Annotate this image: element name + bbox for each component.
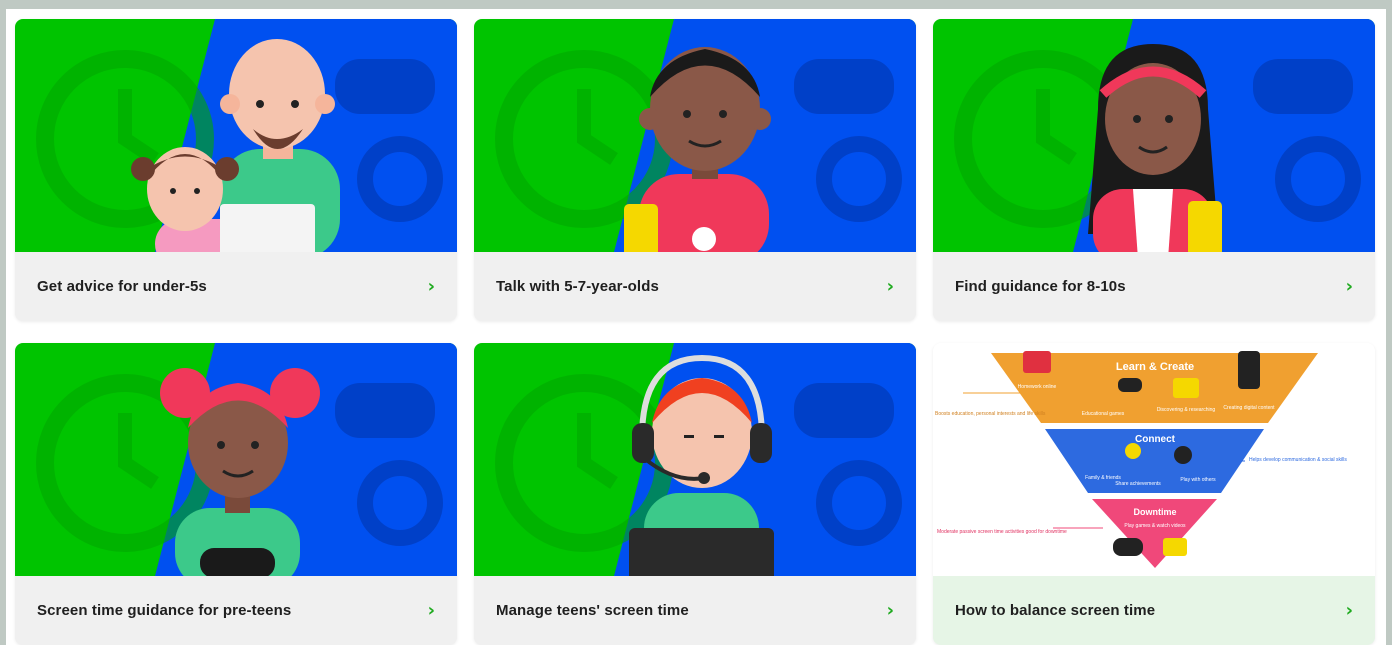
video-play-icon (1163, 538, 1187, 556)
tier-title-learn-create: Learn & Create (1116, 361, 1194, 373)
tier-item: Play games & watch videos (1124, 523, 1186, 529)
side-note-downtime: Moderate passive screen time activities … (937, 529, 1067, 535)
card-title: Talk with 5-7-year-olds (496, 278, 659, 295)
card-8-10s[interactable]: Find guidance for 8-10s › (933, 19, 1375, 321)
tier-item: Discovering & researching (1157, 407, 1216, 413)
screen-time-pyramid-diagram: Learn & Create Connect Downtime Homework… (933, 343, 1375, 576)
chevron-right-icon[interactable]: › (428, 601, 435, 620)
page: Get advice for under-5s › Talk with 5-7-… (6, 9, 1386, 645)
card-title: Manage teens' screen time (496, 602, 689, 619)
phone-icon (1238, 351, 1260, 389)
tier-item: Play with others (1180, 477, 1216, 483)
tier-title-connect: Connect (1135, 434, 1176, 445)
card-balance-screen-time[interactable]: Learn & Create Connect Downtime Homework… (933, 343, 1375, 645)
card-image-8-10 (933, 19, 1375, 252)
card-footer: How to balance screen time › (933, 576, 1375, 645)
chevron-right-icon[interactable]: › (887, 601, 894, 620)
card-under-5s[interactable]: Get advice for under-5s › (15, 19, 457, 321)
card-image-under-5s (15, 19, 457, 252)
card-image-5-7 (474, 19, 916, 252)
card-footer: Screen time guidance for pre-teens › (15, 576, 457, 645)
trophy-icon (1125, 443, 1141, 459)
girl-with-controller-illustration (15, 343, 457, 576)
card-title: Screen time guidance for pre-teens (37, 602, 292, 619)
card-title: Find guidance for 8-10s (955, 278, 1126, 295)
tier-item: Homework online (1018, 384, 1057, 390)
card-title: Get advice for under-5s (37, 278, 207, 295)
teen-with-headset-illustration (474, 343, 916, 576)
card-footer: Get advice for under-5s › (15, 252, 457, 321)
chevron-right-icon[interactable]: › (1346, 601, 1353, 620)
card-footer: Talk with 5-7-year-olds › (474, 252, 916, 321)
girl-with-phone-illustration (933, 19, 1375, 252)
book-icon (1023, 351, 1051, 373)
card-image-teens (474, 343, 916, 576)
card-title: How to balance screen time (955, 602, 1156, 619)
gamepad-icon (1174, 446, 1192, 464)
card-image-pyramid: Learn & Create Connect Downtime Homework… (933, 343, 1375, 576)
search-icon (1173, 378, 1199, 398)
parent-child-illustration (15, 19, 457, 252)
side-note-learn-create: Boosts education, personal interests and… (935, 411, 1046, 417)
tier-item: Share achievements (1115, 481, 1161, 487)
controller-icon (1113, 538, 1143, 556)
card-grid: Get advice for under-5s › Talk with 5-7-… (15, 19, 1375, 645)
chevron-right-icon[interactable]: › (428, 277, 435, 296)
gamepad-icon (1118, 378, 1142, 392)
card-footer: Find guidance for 8-10s › (933, 252, 1375, 321)
chevron-right-icon[interactable]: › (887, 277, 894, 296)
card-teens[interactable]: Manage teens' screen time › (474, 343, 916, 645)
side-note-connect: Helps develop communication & social ski… (1249, 457, 1347, 463)
tier-title-downtime: Downtime (1133, 507, 1176, 517)
tier-item: Educational games (1082, 411, 1125, 417)
tier-item: Creating digital content (1223, 405, 1275, 411)
boy-with-phone-illustration (474, 19, 916, 252)
chevron-right-icon[interactable]: › (1346, 277, 1353, 296)
card-5-7-year-olds[interactable]: Talk with 5-7-year-olds › (474, 19, 916, 321)
card-footer: Manage teens' screen time › (474, 576, 916, 645)
card-pre-teens[interactable]: Screen time guidance for pre-teens › (15, 343, 457, 645)
card-image-pre-teens (15, 343, 457, 576)
